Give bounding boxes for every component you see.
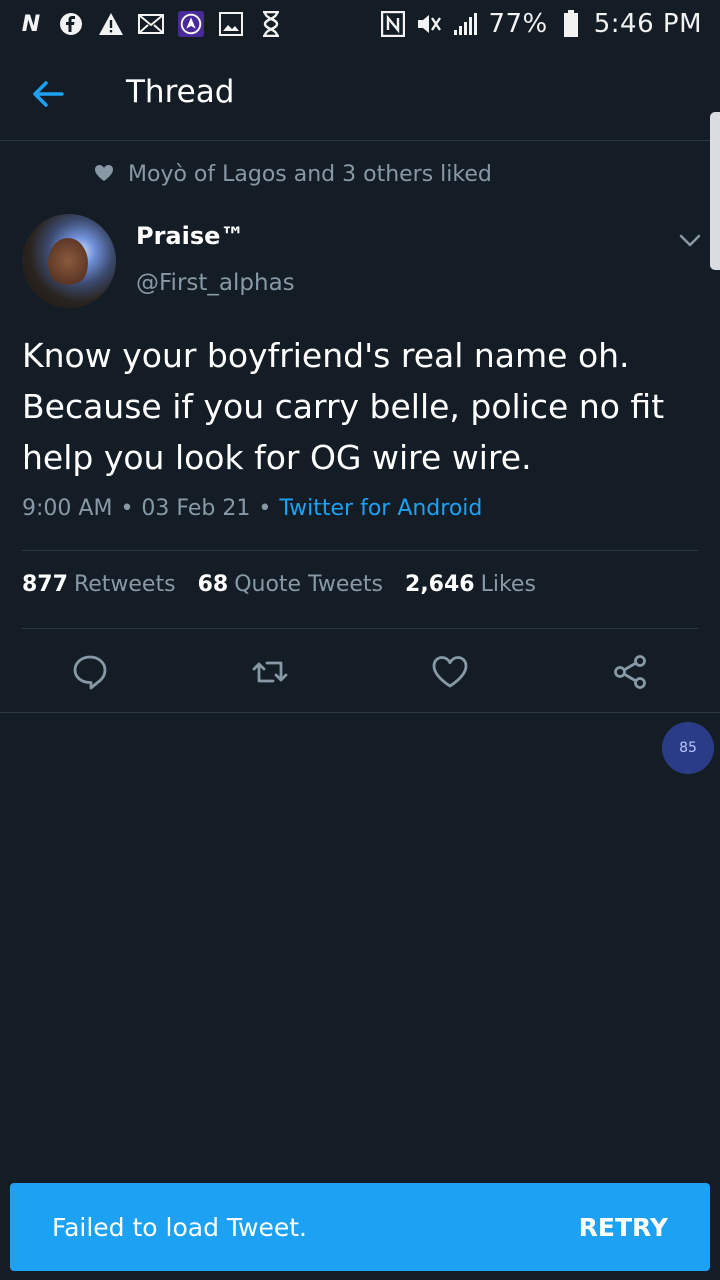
error-snackbar: Failed to load Tweet. RETRY	[10, 1183, 710, 1271]
hourglass-icon	[258, 11, 284, 37]
warning-icon	[98, 11, 124, 37]
gallery-icon	[218, 11, 244, 37]
nfc-icon	[380, 11, 406, 37]
author-name[interactable]: Praise™	[136, 222, 244, 250]
floating-badge[interactable]: 85	[662, 722, 714, 774]
scrollbar-thumb[interactable]	[710, 112, 720, 270]
divider	[22, 550, 698, 551]
likes-count: 2,646	[405, 572, 475, 597]
clock: 5:46 PM	[593, 9, 702, 39]
heart-small-icon	[94, 164, 114, 186]
app-bar: Thread	[0, 48, 720, 141]
retweet-icon[interactable]	[250, 652, 290, 692]
divider	[0, 712, 720, 713]
meta-separator: •	[120, 496, 134, 521]
retweets-label: Retweets	[73, 572, 176, 597]
divider	[22, 628, 698, 629]
quote-tweets-label: Quote Tweets	[234, 572, 384, 597]
share-icon[interactable]	[610, 652, 650, 692]
quote-tweets-count: 68	[197, 572, 229, 597]
page-title: Thread	[126, 74, 235, 110]
navigation-app-icon	[178, 11, 204, 37]
chevron-down-icon[interactable]	[676, 226, 704, 254]
tweet-source-link[interactable]: Twitter for Android	[279, 496, 482, 521]
signal-icon	[452, 11, 478, 37]
retweets-count: 877	[22, 572, 68, 597]
likes-label: Likes	[480, 572, 536, 597]
snackbar-message: Failed to load Tweet.	[52, 1212, 308, 1242]
social-context-text: Moyò of Lagos and 3 others liked	[128, 162, 492, 187]
tweet-time: 9:00 AM	[22, 496, 113, 521]
status-bar: N 77% 5:46 PM	[0, 0, 720, 48]
tweet-text: Know your boyfriend's real name oh. Beca…	[22, 336, 665, 477]
likes-stat[interactable]: 2,646 Likes	[405, 572, 536, 597]
tweet-meta: 9:00 AM • 03 Feb 21 • Twitter for Androi…	[22, 496, 482, 521]
mute-icon	[416, 11, 442, 37]
retry-button[interactable]: RETRY	[579, 1213, 668, 1242]
tweet-stats: 877 Retweets 68 Quote Tweets 2,646 Likes	[22, 572, 536, 597]
avatar[interactable]	[22, 214, 116, 308]
tweet-date: 03 Feb 21	[141, 496, 251, 521]
meta-separator: •	[258, 496, 272, 521]
like-heart-icon[interactable]	[430, 652, 470, 692]
circle-f-icon	[58, 11, 84, 37]
retweets-stat[interactable]: 877 Retweets	[22, 572, 176, 597]
reply-icon[interactable]	[70, 652, 110, 692]
notification-icons: N	[18, 11, 284, 37]
author-handle[interactable]: @First_alphas	[136, 270, 295, 296]
system-icons: 77% 5:46 PM	[380, 9, 702, 39]
back-arrow-icon[interactable]	[30, 76, 66, 112]
tweet-actions	[0, 640, 720, 710]
battery-icon	[558, 10, 584, 37]
social-context[interactable]: Moyò of Lagos and 3 others liked	[94, 162, 492, 187]
battery-percentage: 77%	[488, 9, 548, 39]
mail-icon	[138, 11, 164, 37]
n-app-icon: N	[21, 11, 41, 37]
quote-tweets-stat[interactable]: 68 Quote Tweets	[198, 572, 383, 597]
